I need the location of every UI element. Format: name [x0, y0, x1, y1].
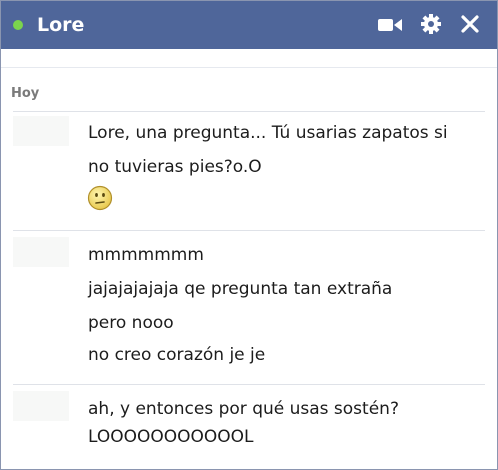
- chat-header[interactable]: Lore: [1, 1, 497, 49]
- online-status-dot: [13, 20, 23, 30]
- message-text-line: pero nooo: [88, 313, 174, 333]
- message-text-line: Lore, una pregunta... Tú usarias zapatos…: [88, 123, 448, 143]
- message-text-line: LOOOOOOOOOOOL: [88, 427, 254, 447]
- message-text-line: no tuvieras pies?o.O: [88, 157, 262, 177]
- avatar-placeholder: [13, 237, 69, 267]
- close-icon[interactable]: [460, 14, 480, 34]
- contact-name[interactable]: Lore: [37, 13, 84, 37]
- message-text-line: mmmmmmm: [88, 245, 204, 265]
- confused-smiley-icon: [87, 185, 113, 211]
- settings-gear-icon[interactable]: [420, 13, 442, 35]
- message-text-line: no creo corazón je je: [88, 345, 266, 365]
- video-call-icon[interactable]: [377, 16, 403, 34]
- message-text-line: jajajajajaja qe pregunta tan extraña: [88, 279, 393, 299]
- day-label: Hoy: [11, 86, 40, 101]
- message-text-line: ah, y entonces por qué usas sostén?: [88, 399, 399, 419]
- header-divider-strip: [1, 49, 497, 68]
- chat-window: Lore Hoy Lore, una pregunta... Tú usaria…: [0, 0, 498, 470]
- avatar-placeholder: [13, 391, 69, 421]
- avatar-placeholder: [13, 116, 69, 146]
